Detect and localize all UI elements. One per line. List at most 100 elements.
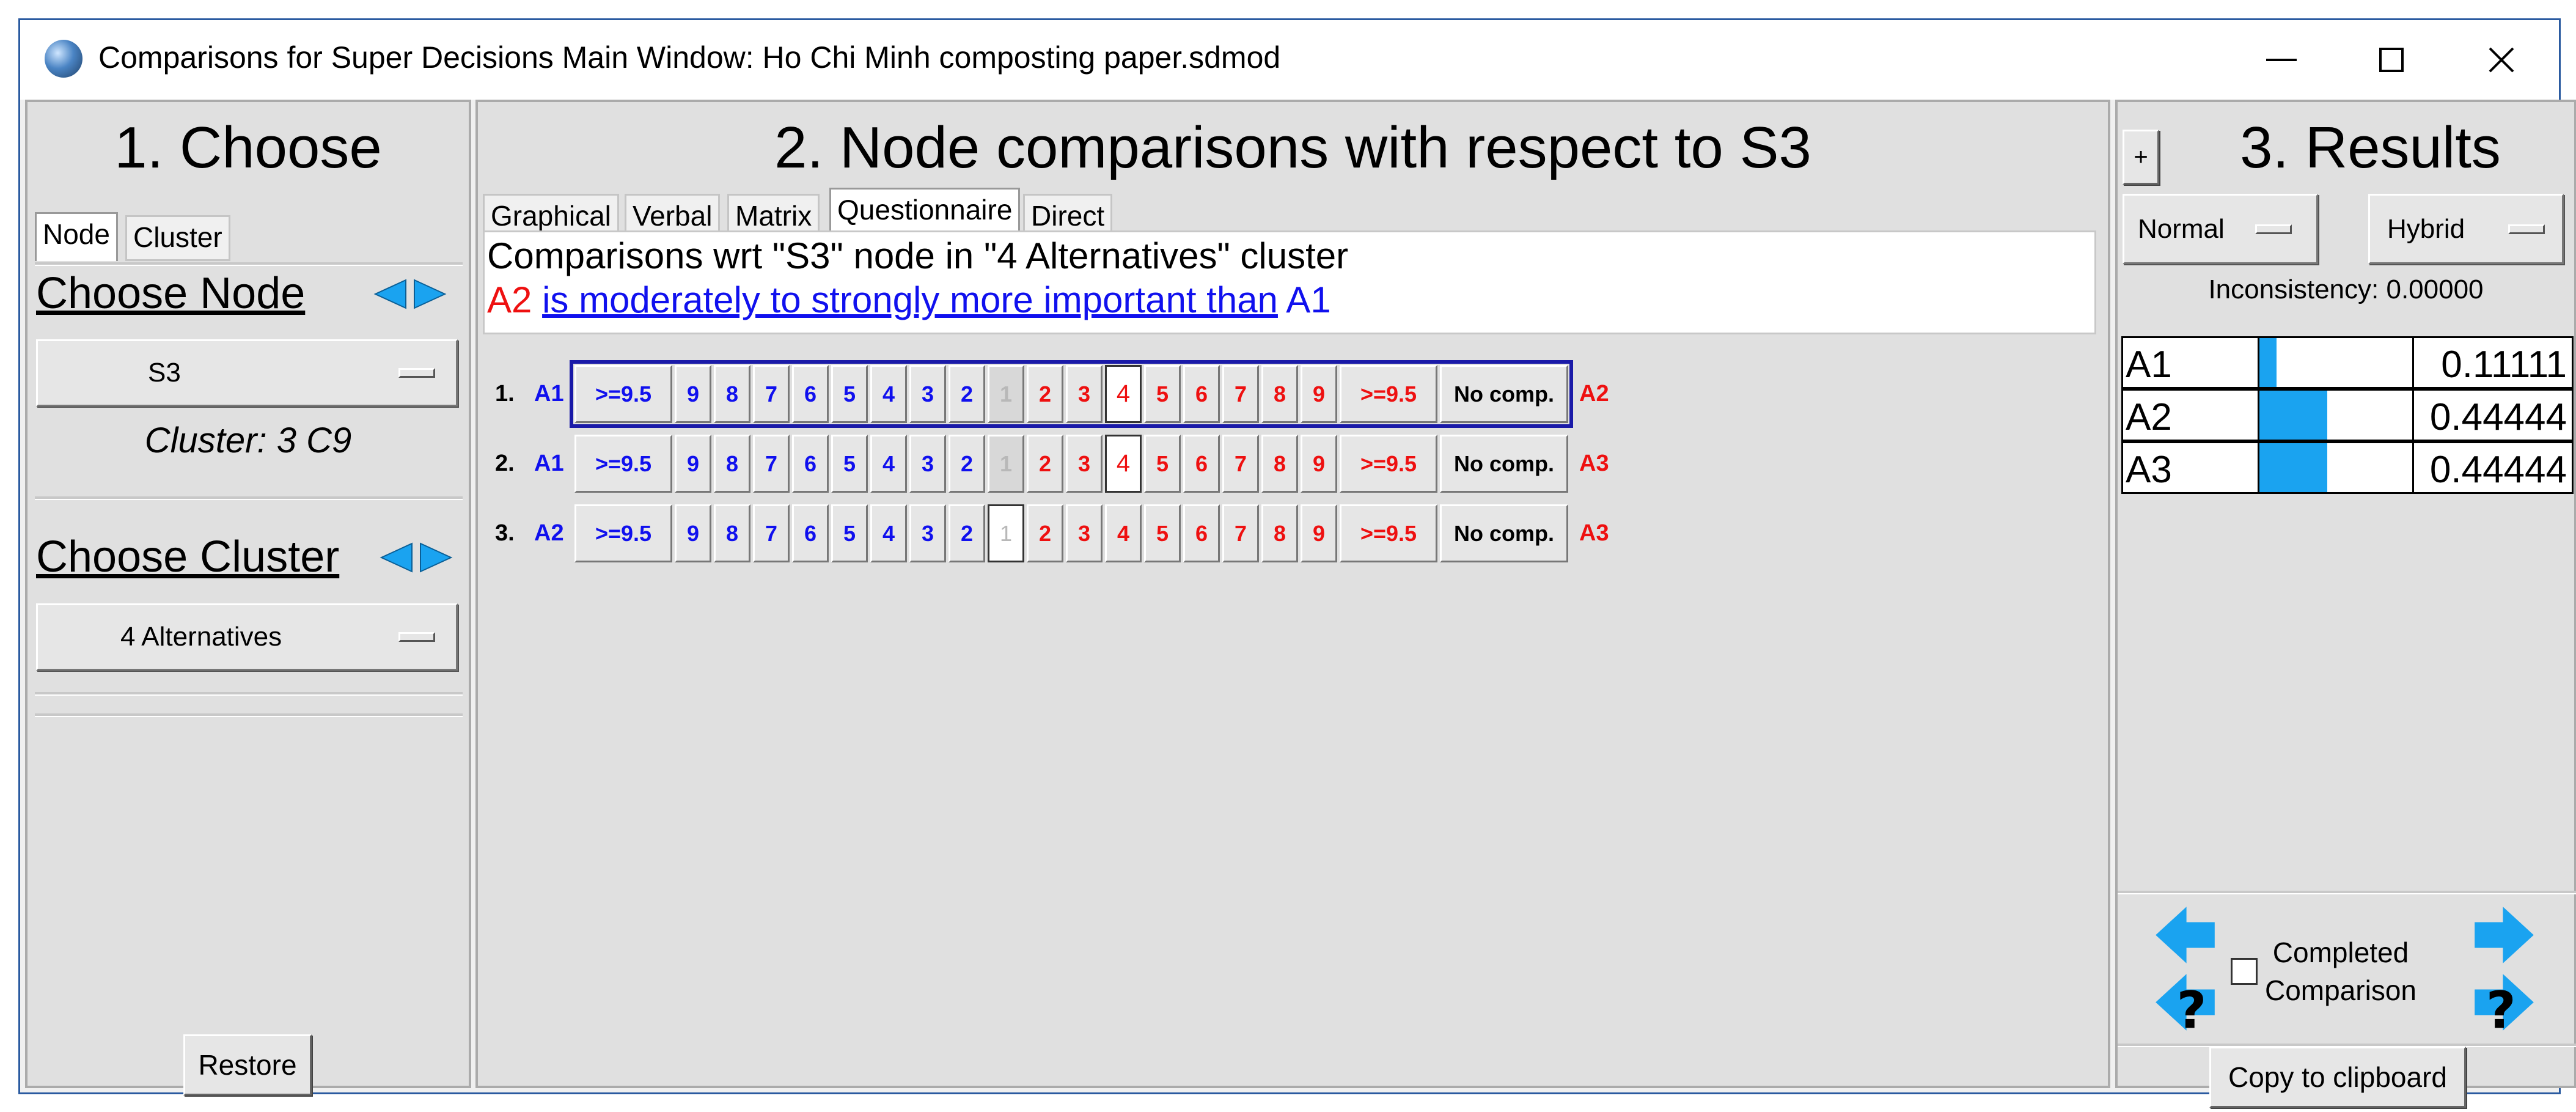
comparisons-panel: 2. Node comparisons with respect to S3 G… [475,100,2110,1088]
node-dropdown-value: S3 [148,358,181,388]
choose-cluster-label: Choose Cluster [36,532,340,581]
divider-1 [35,496,463,500]
left-question-arrow-icon: ? [2156,974,2215,1040]
hybrid-dropdown-value: Hybrid [2387,213,2465,244]
prev-cluster-icon[interactable] [379,540,414,575]
scale-cell[interactable]: 6 [792,435,829,493]
dropdown-indicator-icon [2255,224,2292,234]
scale-cell[interactable]: 5 [1144,435,1181,493]
maximize-button[interactable] [2355,29,2428,90]
cluster-dropdown[interactable]: 4 Alternatives [36,603,458,671]
scale-cell[interactable]: 9 [675,435,711,493]
restore-button[interactable]: Restore [183,1034,312,1095]
scale-cell[interactable]: >=9.5 [1340,435,1437,493]
row-right-node: A3 [1579,520,1609,546]
verbal-phrase-link[interactable]: is moderately to strongly more important… [542,279,1278,320]
scale-cell[interactable]: 8 [1261,504,1298,562]
divider-3 [35,713,463,717]
row-right-node: A2 [1579,381,1609,407]
hybrid-dropdown[interactable]: Hybrid [2368,194,2564,264]
tab-cluster[interactable]: Cluster [125,215,230,261]
tab-node[interactable]: Node [35,212,118,261]
dropdown-indicator-icon [398,632,435,642]
comparison-header: Comparisons wrt "S3" node in "4 Alternat… [483,230,2096,334]
scale-cell[interactable]: 7 [753,504,790,562]
no-comparison-button[interactable]: No comp. [1440,504,1568,562]
scale-cell[interactable]: 8 [1261,435,1298,493]
scale-cell[interactable]: 9 [675,504,711,562]
question-mark: ? [2177,981,2207,1035]
tab-matrix[interactable]: Matrix [727,194,820,235]
verbal-right-node: A1 [1286,279,1331,320]
scale-cell[interactable]: 5 [831,504,868,562]
scale-cell[interactable]: 4 [1105,504,1142,562]
scale-cell[interactable]: 6 [1183,504,1220,562]
scale-cell[interactable]: 7 [1222,435,1259,493]
scale-cell[interactable]: 5 [831,435,868,493]
scale-cell[interactable]: 9 [1301,504,1337,562]
scale-cell[interactable]: 4 [870,435,907,493]
node-dropdown[interactable]: S3 [36,339,458,407]
completed-label: Completed Comparison [2264,933,2417,1009]
tab-direct[interactable]: Direct [1023,194,1113,235]
next-question-icon[interactable]: ? [2472,970,2536,1040]
right-arrow-icon [2475,907,2534,963]
scale-cell[interactable]: 5 [1144,504,1181,562]
scale-cell[interactable]: 2 [949,435,985,493]
scale-cell[interactable]: 3 [909,504,946,562]
close-button[interactable] [2465,29,2538,90]
prev-comparison-icon[interactable] [2153,903,2217,967]
scale-cell[interactable]: 9 [1301,435,1337,493]
scale-cell[interactable]: 7 [753,435,790,493]
prev-question-icon[interactable]: ? [2153,970,2217,1040]
scale-cell[interactable]: 6 [1183,435,1220,493]
next-node-icon[interactable] [412,276,447,312]
scale-cell[interactable]: 4 [870,504,907,562]
scale-cell[interactable]: 2 [1027,504,1063,562]
scale-cell[interactable]: >=9.5 [1340,504,1437,562]
scale-cell[interactable]: 2 [1027,435,1063,493]
next-comparison-icon[interactable] [2472,903,2536,967]
result-bar-track [2258,391,2414,440]
tab-questionnaire[interactable]: Questionnaire [829,188,1021,235]
row-left-node: A1 [534,381,564,407]
tab-graphical[interactable]: Graphical [483,194,619,235]
normal-dropdown[interactable]: Normal [2123,194,2318,264]
results-divider [2118,891,2576,894]
scale-cell[interactable]: 6 [792,504,829,562]
minimize-icon [2266,59,2297,61]
right-question-arrow-icon: ? [2475,974,2534,1040]
node-arrows [373,276,447,312]
minimize-button[interactable] [2245,29,2318,90]
no-comparison-button[interactable]: No comp. [1440,435,1568,493]
active-row-frame [570,360,1573,428]
row-number: 3. [495,520,515,546]
tab-verbal[interactable]: Verbal [625,194,721,235]
result-name: A3 [2126,449,2172,491]
completed-checkbox[interactable] [2231,958,2258,985]
scale-cell[interactable]: 1 [988,504,1024,562]
scale-cell[interactable]: >=9.5 [574,504,672,562]
copy-to-clipboard-button[interactable]: Copy to clipboard [2209,1047,2466,1108]
left-arrow-icon [2156,907,2215,963]
scale-cell[interactable]: 1 [988,435,1024,493]
result-bar [2259,443,2327,492]
prev-node-icon[interactable] [373,276,408,312]
cluster-arrows [379,540,453,575]
scale-cell[interactable]: 3 [909,435,946,493]
scale-cell[interactable]: 8 [714,435,750,493]
scale-cell[interactable]: 3 [1066,504,1103,562]
scale-cell[interactable]: 8 [714,504,750,562]
choose-title: 1. Choose [114,115,382,180]
comparison-wrt-text: Comparisons wrt "S3" node in "4 Alternat… [487,235,1349,276]
scale-cell[interactable]: 2 [949,504,985,562]
result-bar-track [2258,338,2414,387]
scale-cell[interactable]: 3 [1066,435,1103,493]
scale-cell[interactable]: 4 [1105,435,1142,493]
scale-cell[interactable]: 7 [1222,504,1259,562]
window-title: Comparisons for Super Decisions Main Win… [98,40,1281,75]
verbal-left-node: A2 [487,279,532,320]
scale-cell[interactable]: >=9.5 [574,435,672,493]
row-number: 2. [495,451,515,476]
next-cluster-icon[interactable] [418,540,453,575]
